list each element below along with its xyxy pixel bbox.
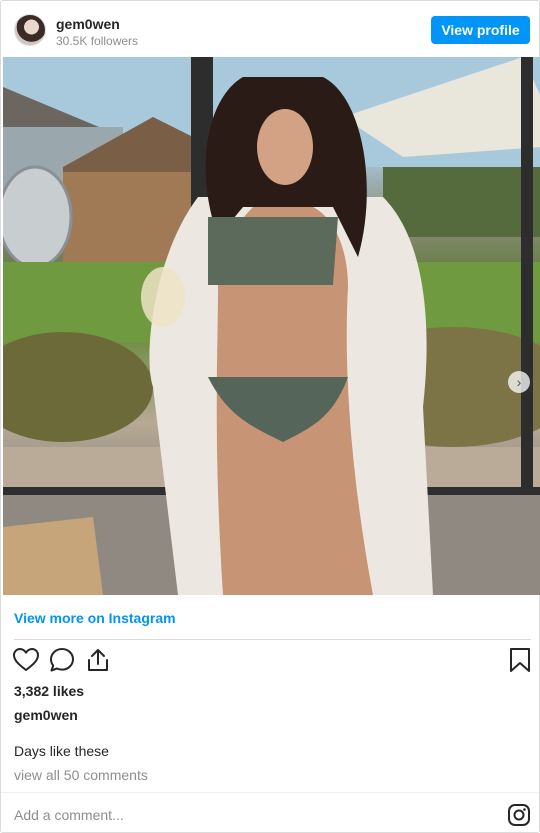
caption-username[interactable]: gem0wen bbox=[14, 707, 78, 723]
like-count[interactable]: 3,382 likes bbox=[14, 683, 84, 699]
view-profile-button[interactable]: View profile bbox=[431, 16, 530, 44]
post-header: gem0wen 30.5K followers View profile bbox=[1, 1, 539, 57]
instagram-embed-card: gem0wen 30.5K followers View profile › V… bbox=[0, 0, 540, 833]
divider bbox=[1, 792, 539, 793]
divider bbox=[14, 639, 531, 640]
follower-count: 30.5K followers bbox=[56, 34, 139, 48]
action-bar bbox=[1, 646, 539, 676]
username[interactable]: gem0wen bbox=[56, 16, 120, 32]
view-more-link[interactable]: View more on Instagram bbox=[14, 610, 176, 626]
chevron-right-icon: › bbox=[516, 374, 522, 390]
post-image[interactable]: › bbox=[3, 57, 540, 595]
next-image-button[interactable]: › bbox=[508, 371, 530, 393]
avatar[interactable] bbox=[14, 14, 46, 46]
heart-icon[interactable] bbox=[12, 646, 40, 674]
bookmark-icon[interactable] bbox=[506, 646, 534, 674]
photo-image bbox=[3, 57, 540, 595]
share-icon[interactable] bbox=[84, 646, 112, 674]
comment-icon[interactable] bbox=[48, 646, 76, 674]
add-comment-input[interactable]: Add a comment... bbox=[14, 807, 124, 823]
instagram-logo-icon[interactable] bbox=[507, 803, 531, 827]
caption-text: Days like these bbox=[14, 743, 109, 759]
view-comments-link[interactable]: view all 50 comments bbox=[14, 767, 148, 783]
